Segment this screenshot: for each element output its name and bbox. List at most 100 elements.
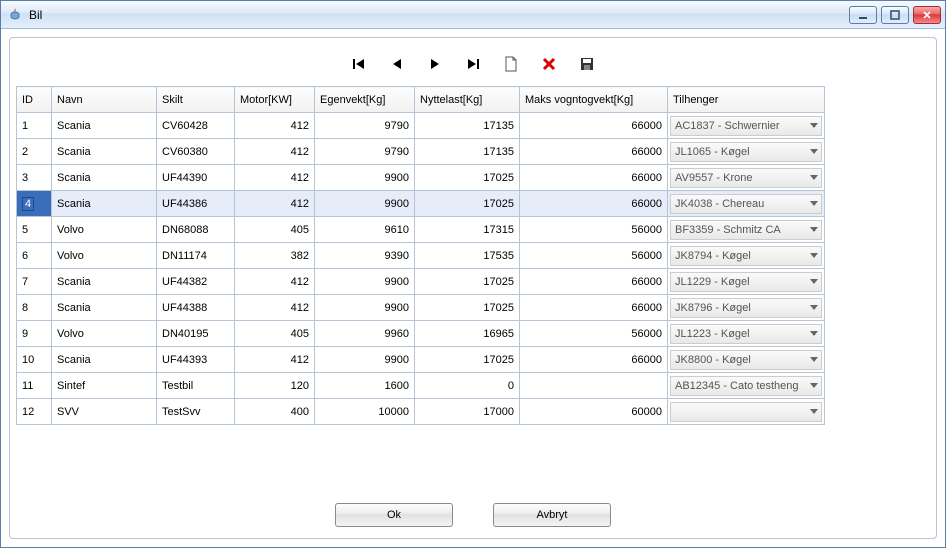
- cell-maks[interactable]: 66000: [520, 269, 668, 295]
- cell-motor[interactable]: 382: [235, 243, 315, 269]
- cell-id[interactable]: 1: [17, 113, 52, 139]
- cell-skilt[interactable]: Testbil: [157, 373, 235, 399]
- cell-navn[interactable]: Scania: [52, 139, 157, 165]
- cell-nytt[interactable]: 17025: [415, 165, 520, 191]
- cell-skilt[interactable]: DN40195: [157, 321, 235, 347]
- cell-egen[interactable]: 9790: [315, 113, 415, 139]
- cell-id[interactable]: 4: [17, 191, 52, 217]
- cell-egen[interactable]: 9390: [315, 243, 415, 269]
- cell-motor[interactable]: 412: [235, 113, 315, 139]
- cell-motor[interactable]: 412: [235, 295, 315, 321]
- save-record-button[interactable]: [577, 54, 597, 74]
- col-header-skilt[interactable]: Skilt: [157, 87, 235, 113]
- cell-egen[interactable]: 9900: [315, 269, 415, 295]
- cell-nytt[interactable]: 17135: [415, 113, 520, 139]
- cell-id[interactable]: 7: [17, 269, 52, 295]
- cell-egen[interactable]: 9790: [315, 139, 415, 165]
- cell-motor[interactable]: 400: [235, 399, 315, 425]
- cell-navn[interactable]: Scania: [52, 295, 157, 321]
- table-row[interactable]: 2ScaniaCV6038041297901713566000JL1065 - …: [17, 139, 825, 165]
- prev-record-button[interactable]: [387, 54, 407, 74]
- table-row[interactable]: 9VolvoDN4019540599601696556000JL1223 - K…: [17, 321, 825, 347]
- table-row[interactable]: 3ScaniaUF4439041299001702566000AV9557 - …: [17, 165, 825, 191]
- new-record-button[interactable]: [501, 54, 521, 74]
- cell-skilt[interactable]: CV60428: [157, 113, 235, 139]
- cell-navn[interactable]: Volvo: [52, 243, 157, 269]
- col-header-maksvekt[interactable]: Maks vogntogvekt[Kg]: [520, 87, 668, 113]
- cell-skilt[interactable]: UF44393: [157, 347, 235, 373]
- table-row[interactable]: 6VolvoDN1117438293901753556000JK8794 - K…: [17, 243, 825, 269]
- cell-navn[interactable]: Volvo: [52, 321, 157, 347]
- cell-egen[interactable]: 10000: [315, 399, 415, 425]
- cell-skilt[interactable]: DN11174: [157, 243, 235, 269]
- cell-id[interactable]: 10: [17, 347, 52, 373]
- tilhenger-combobox[interactable]: JL1065 - Køgel: [670, 142, 822, 162]
- first-record-button[interactable]: [349, 54, 369, 74]
- table-row[interactable]: 5VolvoDN6808840596101731556000BF3359 - S…: [17, 217, 825, 243]
- tilhenger-combobox[interactable]: JK8794 - Køgel: [670, 246, 822, 266]
- cell-egen[interactable]: 1600: [315, 373, 415, 399]
- cell-maks[interactable]: 66000: [520, 165, 668, 191]
- cell-navn[interactable]: Sintef: [52, 373, 157, 399]
- minimize-button[interactable]: [849, 6, 877, 24]
- cell-nytt[interactable]: 16965: [415, 321, 520, 347]
- cell-skilt[interactable]: CV60380: [157, 139, 235, 165]
- tilhenger-combobox[interactable]: AC1837 - Schwernier: [670, 116, 822, 136]
- table-row[interactable]: 10ScaniaUF4439341299001702566000JK8800 -…: [17, 347, 825, 373]
- cell-maks[interactable]: 56000: [520, 321, 668, 347]
- cell-navn[interactable]: Scania: [52, 165, 157, 191]
- tilhenger-combobox[interactable]: JK8796 - Køgel: [670, 298, 822, 318]
- cell-motor[interactable]: 412: [235, 139, 315, 165]
- cell-egen[interactable]: 9900: [315, 191, 415, 217]
- cell-motor[interactable]: 412: [235, 269, 315, 295]
- cell-egen[interactable]: 9960: [315, 321, 415, 347]
- cell-motor[interactable]: 405: [235, 321, 315, 347]
- last-record-button[interactable]: [463, 54, 483, 74]
- cell-nytt[interactable]: 17135: [415, 139, 520, 165]
- tilhenger-combobox[interactable]: AV9557 - Krone: [670, 168, 822, 188]
- cell-motor[interactable]: 405: [235, 217, 315, 243]
- cell-id[interactable]: 6: [17, 243, 52, 269]
- close-button[interactable]: [913, 6, 941, 24]
- tilhenger-combobox[interactable]: [670, 402, 822, 422]
- tilhenger-combobox[interactable]: JK4038 - Chereau: [670, 194, 822, 214]
- cell-nytt[interactable]: 17025: [415, 191, 520, 217]
- cell-nytt[interactable]: 0: [415, 373, 520, 399]
- col-header-tilhenger[interactable]: Tilhenger: [668, 87, 825, 113]
- cell-motor[interactable]: 412: [235, 165, 315, 191]
- cell-egen[interactable]: 9900: [315, 347, 415, 373]
- cell-maks[interactable]: 66000: [520, 295, 668, 321]
- delete-record-button[interactable]: [539, 54, 559, 74]
- col-header-nyttelast[interactable]: Nyttelast[Kg]: [415, 87, 520, 113]
- cell-id[interactable]: 12: [17, 399, 52, 425]
- cell-motor[interactable]: 412: [235, 191, 315, 217]
- col-header-motor[interactable]: Motor[KW]: [235, 87, 315, 113]
- cell-id[interactable]: 9: [17, 321, 52, 347]
- col-header-id[interactable]: ID: [17, 87, 52, 113]
- cell-navn[interactable]: Scania: [52, 113, 157, 139]
- table-row[interactable]: 7ScaniaUF4438241299001702566000JL1229 - …: [17, 269, 825, 295]
- cell-maks[interactable]: [520, 373, 668, 399]
- cell-maks[interactable]: 66000: [520, 139, 668, 165]
- cell-egen[interactable]: 9900: [315, 295, 415, 321]
- cancel-button[interactable]: Avbryt: [493, 503, 611, 527]
- cell-skilt[interactable]: UF44382: [157, 269, 235, 295]
- table-row[interactable]: 4ScaniaUF4438641299001702566000JK4038 - …: [17, 191, 825, 217]
- cell-motor[interactable]: 412: [235, 347, 315, 373]
- table-row[interactable]: 8ScaniaUF4438841299001702566000JK8796 - …: [17, 295, 825, 321]
- cell-maks[interactable]: 66000: [520, 191, 668, 217]
- cell-maks[interactable]: 56000: [520, 243, 668, 269]
- cell-navn[interactable]: Scania: [52, 347, 157, 373]
- tilhenger-combobox[interactable]: JK8800 - Køgel: [670, 350, 822, 370]
- cell-navn[interactable]: Volvo: [52, 217, 157, 243]
- cell-nytt[interactable]: 17000: [415, 399, 520, 425]
- cell-skilt[interactable]: DN68088: [157, 217, 235, 243]
- table-row[interactable]: 11SintefTestbil12016000AB12345 - Cato te…: [17, 373, 825, 399]
- cell-nytt[interactable]: 17025: [415, 295, 520, 321]
- cell-maks[interactable]: 66000: [520, 113, 668, 139]
- cell-id[interactable]: 11: [17, 373, 52, 399]
- tilhenger-combobox[interactable]: AB12345 - Cato testheng: [670, 376, 822, 396]
- cell-id[interactable]: 2: [17, 139, 52, 165]
- maximize-button[interactable]: [881, 6, 909, 24]
- table-row[interactable]: 1ScaniaCV6042841297901713566000AC1837 - …: [17, 113, 825, 139]
